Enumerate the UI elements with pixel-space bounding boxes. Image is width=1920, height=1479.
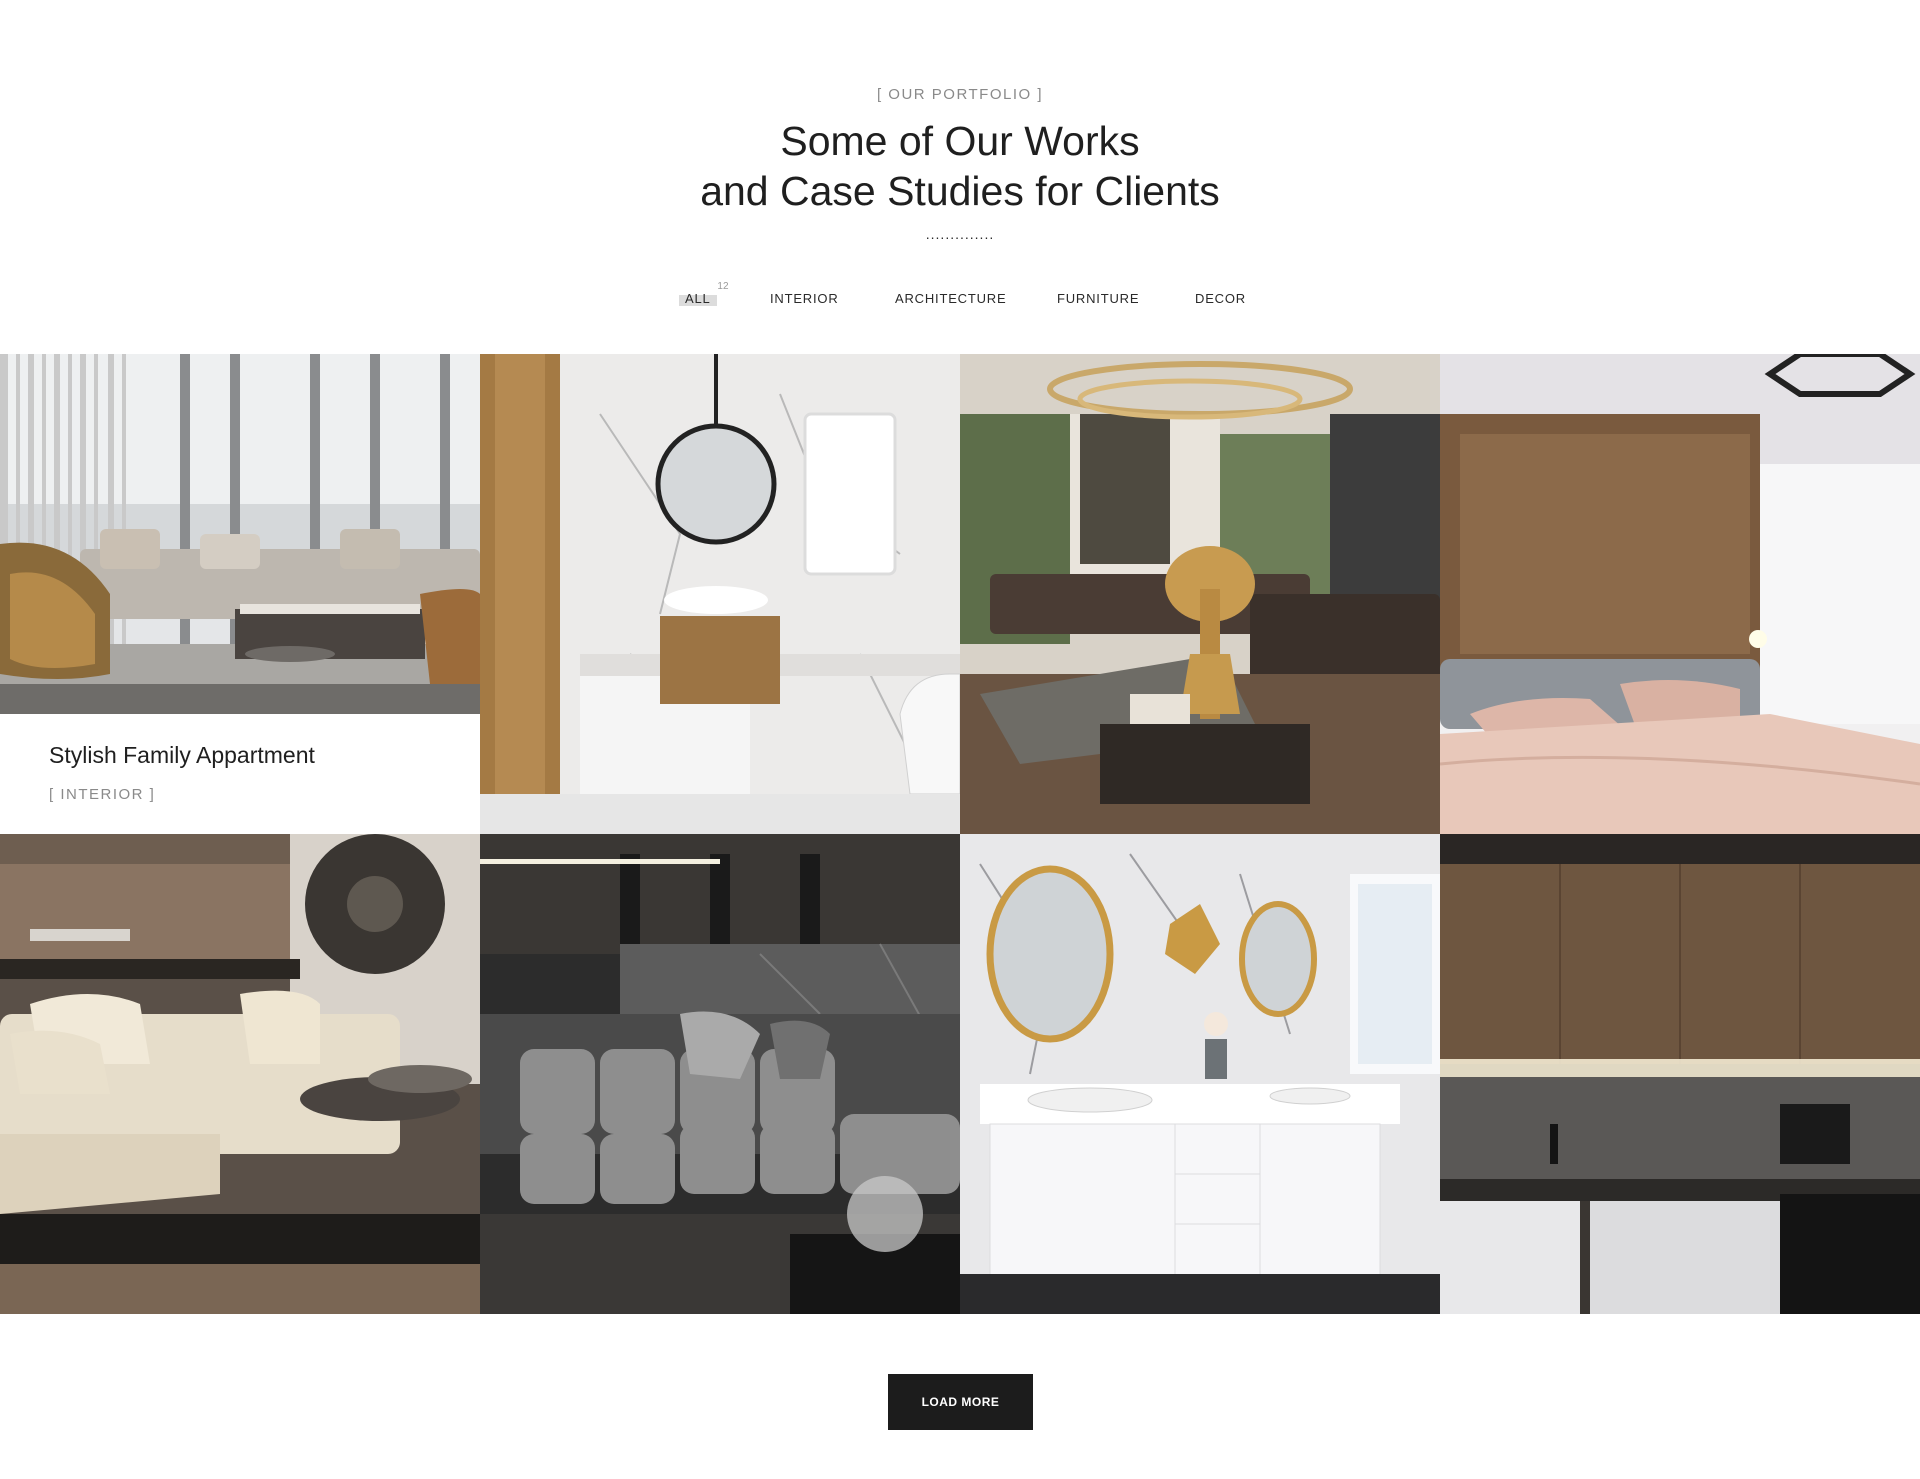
section-title: Some of Our Works and Case Studies for C… [0, 116, 1920, 216]
filter-furniture[interactable]: FURNITURE [1057, 291, 1139, 306]
filter-architecture[interactable]: ARCHITECTURE [895, 291, 1006, 306]
beige-sofa-living-room-photo [0, 834, 480, 1314]
portfolio-grid: Stylish Family Appartment [ INTERIOR ] [0, 354, 1920, 1314]
section-title-line-2: and Case Studies for Clients [700, 168, 1220, 214]
portfolio-item[interactable] [480, 834, 960, 1314]
portfolio-item[interactable] [960, 834, 1440, 1314]
load-more-button[interactable]: LOAD MORE [888, 1374, 1033, 1430]
portfolio-item[interactable] [960, 354, 1440, 834]
portfolio-item[interactable]: Stylish Family Appartment [ INTERIOR ] [0, 354, 480, 834]
grey-sofa-living-room-photo [480, 834, 960, 1314]
portfolio-item[interactable] [1440, 354, 1920, 834]
filter-all[interactable]: ALL 12 [679, 281, 729, 306]
dark-wood-kitchen-photo [1440, 834, 1920, 1314]
filter-all-count: 12 [717, 281, 729, 292]
portfolio-item[interactable] [0, 834, 480, 1314]
portfolio-filter-bar: ALL 12 INTERIOR ARCHITECTURE FURNITURE D… [0, 281, 1920, 315]
title-divider: .............. [925, 226, 995, 242]
marble-bathroom-photo [480, 354, 960, 834]
section-subtitle: [ OUR PORTFOLIO ] [876, 86, 1044, 103]
gold-mirror-bathroom-photo [960, 834, 1440, 1314]
filter-all-label: ALL [685, 291, 711, 306]
filter-decor[interactable]: DECOR [1195, 291, 1246, 306]
portfolio-item-category[interactable]: [ INTERIOR ] [49, 786, 155, 803]
portfolio-item[interactable] [1440, 834, 1920, 1314]
portfolio-item-caption: Stylish Family Appartment [ INTERIOR ] [0, 714, 480, 834]
portfolio-item[interactable] [480, 354, 960, 834]
wood-bedroom-photo [1440, 354, 1920, 834]
section-title-line-1: Some of Our Works [780, 118, 1140, 164]
living-room-gold-chandelier-photo [960, 354, 1440, 834]
portfolio-item-title[interactable]: Stylish Family Appartment [49, 742, 315, 769]
filter-interior[interactable]: INTERIOR [770, 291, 839, 306]
